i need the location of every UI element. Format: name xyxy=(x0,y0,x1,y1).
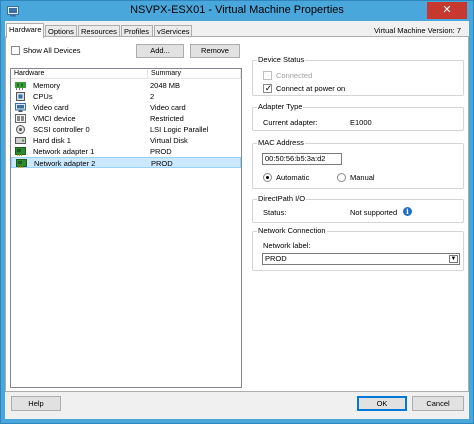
hardware-summary: LSI Logic Parallel xyxy=(150,125,209,134)
ok-button[interactable]: OK xyxy=(357,396,407,411)
help-button[interactable]: Help xyxy=(11,396,61,411)
directpath-status-label: Status: xyxy=(263,208,287,217)
hardware-name: Network adapter 1 xyxy=(33,147,95,156)
hardware-summary: PROD xyxy=(151,159,173,168)
network-adapter-icon xyxy=(15,147,26,156)
dialog-client: Hardware Options Resources Profiles vSer… xyxy=(5,21,469,419)
mac-address-field[interactable]: 00:50:56:b5:3a:d2 xyxy=(262,153,342,165)
hardware-tab-panel: Show All Devices Add... Remove Hardware … xyxy=(5,36,469,392)
show-all-devices-checkbox[interactable] xyxy=(11,46,20,55)
network-label-select[interactable]: PROD ▼ xyxy=(262,253,460,265)
hardware-row-vmci-device[interactable]: VMCI device Restricted xyxy=(11,113,241,124)
hardware-summary: Restricted xyxy=(150,114,184,123)
column-header-summary[interactable]: Summary xyxy=(148,69,241,79)
hardware-summary: PROD xyxy=(150,147,172,156)
list-header: Hardware Summary xyxy=(11,69,241,79)
radio-dot xyxy=(266,176,269,179)
video-card-icon xyxy=(15,103,26,112)
dropdown-arrow-icon[interactable]: ▼ xyxy=(449,255,458,263)
connect-at-power-on-checkbox[interactable]: ✓ xyxy=(263,83,273,93)
connect-at-power-on-label: Connect at power on xyxy=(276,84,346,93)
close-button[interactable]: ✕ xyxy=(427,2,467,19)
device-status-title: Device Status xyxy=(257,55,306,64)
memory-icon xyxy=(15,82,26,90)
vm-version-label: Virtual Machine Version: 7 xyxy=(374,26,461,35)
hardware-summary: Virtual Disk xyxy=(150,136,188,145)
disk-icon xyxy=(15,137,26,144)
network-label-label: Network label: xyxy=(263,241,311,250)
hardware-summary: Video card xyxy=(150,103,186,112)
network-connection-title: Network Connection xyxy=(257,226,327,235)
hardware-name: Hard disk 1 xyxy=(33,136,71,145)
automatic-label: Automatic xyxy=(276,173,310,182)
manual-label: Manual xyxy=(350,173,375,182)
add-device-button[interactable]: Add... xyxy=(136,44,184,58)
network-label-value: PROD xyxy=(265,254,287,263)
directpath-title: DirectPath I/O xyxy=(257,194,307,203)
directpath-status-value: Not supported xyxy=(350,208,398,217)
cancel-button[interactable]: Cancel xyxy=(412,396,464,411)
tab-strip: Hardware Options Resources Profiles vSer… xyxy=(5,23,469,38)
tab-hardware[interactable]: Hardware xyxy=(6,23,44,38)
hardware-name: Memory xyxy=(33,81,61,90)
connected-checkbox[interactable] xyxy=(263,71,272,80)
hardware-row-scsi-controller[interactable]: SCSI controller 0 LSI Logic Parallel xyxy=(11,124,241,135)
vmci-icon xyxy=(15,114,26,123)
hardware-row-hard-disk[interactable]: Hard disk 1 Virtual Disk xyxy=(11,135,241,146)
hardware-list: Hardware Summary Memory 2048 MB CPUs 2 V… xyxy=(10,68,242,388)
column-header-hardware[interactable]: Hardware xyxy=(11,69,148,79)
title-bar[interactable]: NSVPX-ESX01 - Virtual Machine Properties… xyxy=(1,1,473,21)
hardware-row-network-adapter-1[interactable]: Network adapter 1 PROD xyxy=(11,146,241,157)
network-connection-group: Network Connection xyxy=(252,226,464,271)
hardware-row-video-card[interactable]: Video card Video card xyxy=(11,102,241,113)
window-title: NSVPX-ESX01 - Virtual Machine Properties xyxy=(130,4,344,16)
hardware-name: SCSI controller 0 xyxy=(33,125,90,134)
scsi-icon xyxy=(16,125,25,134)
hardware-row-memory[interactable]: Memory 2048 MB xyxy=(11,80,241,91)
info-icon[interactable]: i xyxy=(403,207,412,216)
hardware-summary: 2048 MB xyxy=(150,81,181,90)
automatic-radio[interactable] xyxy=(263,173,272,182)
cpu-icon xyxy=(16,92,25,101)
hardware-name: Network adapter 2 xyxy=(34,159,96,168)
remove-device-button[interactable]: Remove xyxy=(190,44,240,58)
current-adapter-label: Current adapter: xyxy=(263,118,318,127)
hardware-row-cpus[interactable]: CPUs 2 xyxy=(11,91,241,102)
hardware-name: VMCI device xyxy=(33,114,76,123)
hardware-row-network-adapter-2[interactable]: Network adapter 2 PROD xyxy=(11,157,241,168)
check-icon: ✓ xyxy=(264,83,273,93)
manual-radio[interactable] xyxy=(337,173,346,182)
hardware-name: CPUs xyxy=(33,92,53,101)
show-all-devices-label: Show All Devices xyxy=(23,46,81,55)
connected-label: Connected xyxy=(276,71,313,80)
hardware-summary: 2 xyxy=(150,92,155,101)
adapter-type-title: Adapter Type xyxy=(257,102,304,111)
dialog-window: NSVPX-ESX01 - Virtual Machine Properties… xyxy=(0,0,474,424)
network-adapter-icon xyxy=(16,159,27,168)
mac-address-title: MAC Address xyxy=(257,138,305,147)
hardware-name: Video card xyxy=(33,103,69,112)
mac-address-group: MAC Address xyxy=(252,138,464,189)
current-adapter-value: E1000 xyxy=(350,118,372,127)
